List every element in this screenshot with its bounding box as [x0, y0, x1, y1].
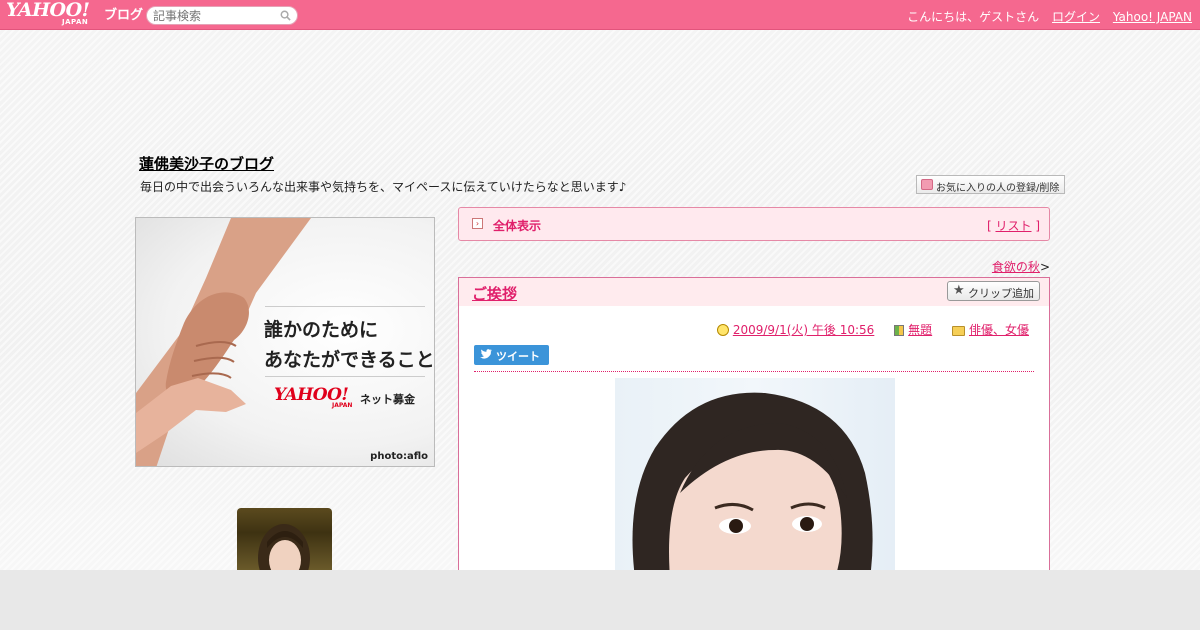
- handshake-image: [136, 218, 311, 466]
- tweet-button[interactable]: ツイート: [474, 345, 549, 365]
- clip-button-label: クリップ追加: [968, 287, 1034, 300]
- list-link-wrap: [ リスト ]: [987, 217, 1040, 234]
- favorite-button-label: お気に入りの人の登録/削除: [936, 183, 1060, 194]
- article: ご挨拶 ★ クリップ追加 2009/9/1(火) 午後 10:56 無題 俳優、…: [458, 277, 1050, 570]
- banner-service: ネット募金: [360, 393, 415, 406]
- banner-divider: [265, 306, 425, 307]
- article-datetime-link[interactable]: 2009/9/1(火) 午後 10:56: [733, 323, 874, 337]
- banner-text-2: あなたができること: [264, 349, 435, 371]
- greeting-text: こんにちは、ゲストさん: [907, 10, 1040, 24]
- list-link[interactable]: リスト: [995, 219, 1031, 233]
- next-article-link[interactable]: 食欲の秋: [992, 260, 1040, 274]
- arrow-right-icon: ›: [472, 218, 483, 229]
- logo-sub: JAPAN: [62, 18, 89, 26]
- yahoo-japan-link[interactable]: Yahoo! JAPAN: [1113, 10, 1192, 24]
- star-icon: ★: [953, 283, 965, 298]
- blog-title[interactable]: 蓮佛美沙子のブログ: [139, 153, 274, 174]
- article-header: ご挨拶 ★ クリップ追加: [459, 278, 1049, 306]
- next-arrow: >: [1039, 260, 1050, 274]
- category-link[interactable]: 俳優、女優: [969, 323, 1029, 337]
- article-photo[interactable]: [615, 378, 895, 570]
- blog-description: 毎日の中で出会ういろんな出来事や気持ちを、マイペースに伝えていけたらなと思います…: [140, 180, 627, 194]
- favorite-register-button[interactable]: お気に入りの人の登録/削除: [916, 175, 1065, 194]
- tweet-label: ツイート: [496, 350, 540, 363]
- twitter-bird-icon: [480, 349, 492, 359]
- avatar-image: [258, 524, 310, 570]
- clock-icon: [716, 324, 729, 336]
- banner-divider-2: [265, 376, 425, 377]
- next-article-nav: 食欲の秋>: [992, 258, 1050, 275]
- avatar[interactable]: [237, 508, 332, 570]
- top-bar: YAHOO! JAPAN ブログ こんにちは、ゲストさん ログイン Yahoo!…: [0, 0, 1200, 30]
- book-icon: [894, 325, 905, 336]
- banner-text-1: 誰かのために: [264, 319, 379, 341]
- nav-box: › 全体表示 [ リスト ]: [458, 207, 1050, 241]
- banner-yahoo-sub: JAPAN: [332, 402, 353, 409]
- banner-credit: photo:aflo: [370, 451, 428, 462]
- theme-link[interactable]: 無題: [908, 323, 932, 337]
- search-icon[interactable]: [280, 10, 291, 21]
- show-all-link[interactable]: 全体表示: [493, 217, 541, 234]
- folder-icon: [951, 326, 965, 336]
- donation-banner[interactable]: 誰かのために あなたができること YAHOO! JAPAN ネット募金 phot…: [135, 217, 435, 467]
- article-meta: 2009/9/1(火) 午後 10:56 無題 俳優、女優: [716, 321, 1029, 338]
- yahoo-blog-logo[interactable]: YAHOO! JAPAN ブログ: [6, 1, 143, 27]
- logo-blog: ブログ: [104, 8, 144, 23]
- article-divider: [474, 371, 1034, 372]
- login-link[interactable]: ログイン: [1052, 10, 1100, 24]
- user-links: こんにちは、ゲストさん ログイン Yahoo! JAPAN: [898, 8, 1192, 25]
- clip-add-button[interactable]: ★ クリップ追加: [947, 281, 1040, 301]
- portrait-image: [632, 392, 873, 570]
- heart-icon: [921, 179, 933, 190]
- search-input[interactable]: [153, 8, 273, 23]
- article-title[interactable]: ご挨拶: [472, 283, 517, 304]
- page: YAHOO! JAPAN ブログ こんにちは、ゲストさん ログイン Yahoo!…: [0, 0, 1200, 570]
- search-box: [146, 6, 298, 25]
- list-bracket-close: ]: [1031, 219, 1040, 233]
